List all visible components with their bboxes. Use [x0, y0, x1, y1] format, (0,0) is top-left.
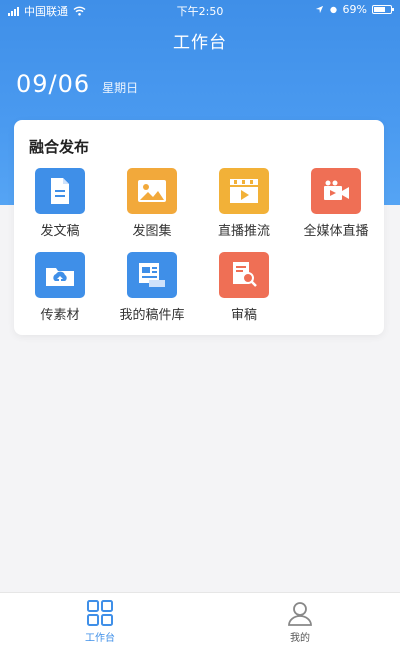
publish-gallery-button[interactable]: 发图集 [106, 168, 198, 239]
review-icon [219, 252, 269, 298]
my-library-label: 我的稿件库 [119, 308, 185, 323]
date-row: 09/06 星期日 [16, 70, 138, 98]
upload-material-label: 传素材 [40, 308, 80, 323]
weekday-text: 星期日 [102, 81, 139, 95]
date-text: 09/06 [16, 70, 91, 98]
review-label: 审稿 [230, 308, 257, 323]
publish-card: 融合发布 发文稿 发图集 直播推流 全媒体直播 传素材 我的稿件库 审稿 [14, 120, 384, 335]
omni-media-live-button[interactable]: 全媒体直播 [290, 168, 382, 239]
upload-material-button[interactable]: 传素材 [14, 252, 106, 323]
review-button[interactable]: 审稿 [198, 252, 290, 323]
tab-mine[interactable]: 我的 [200, 593, 400, 651]
grid-icon [85, 599, 115, 627]
alarm-icon [329, 6, 337, 14]
publish-article-button[interactable]: 发文稿 [14, 168, 106, 239]
live-stream-push-button[interactable]: 直播推流 [198, 168, 290, 239]
status-bar: 中国联通 下午2:50 69% [0, 0, 400, 20]
my-library-button[interactable]: 我的稿件库 [106, 252, 198, 323]
cloud-upload-icon [35, 252, 85, 298]
document-icon [35, 168, 85, 214]
battery-icon [372, 5, 394, 14]
tab-workbench[interactable]: 工作台 [0, 593, 200, 651]
library-icon [127, 252, 177, 298]
image-icon [127, 168, 177, 214]
live-stream-push-label: 直播推流 [217, 224, 270, 239]
location-icon [315, 5, 323, 14]
publish-gallery-label: 发图集 [132, 224, 172, 239]
card-title: 融合发布 [29, 138, 90, 156]
user-icon [285, 599, 315, 627]
bottom-tab-bar: 工作台 我的 [0, 592, 400, 651]
publish-article-label: 发文稿 [40, 224, 80, 239]
tab-mine-label: 我的 [290, 633, 310, 644]
camera-icon [311, 168, 361, 214]
omni-media-live-label: 全媒体直播 [303, 224, 369, 239]
tab-workbench-label: 工作台 [85, 633, 115, 644]
video-icon [219, 168, 269, 214]
page-title: 工作台 [173, 33, 227, 53]
battery-percent: 69% [342, 3, 367, 16]
